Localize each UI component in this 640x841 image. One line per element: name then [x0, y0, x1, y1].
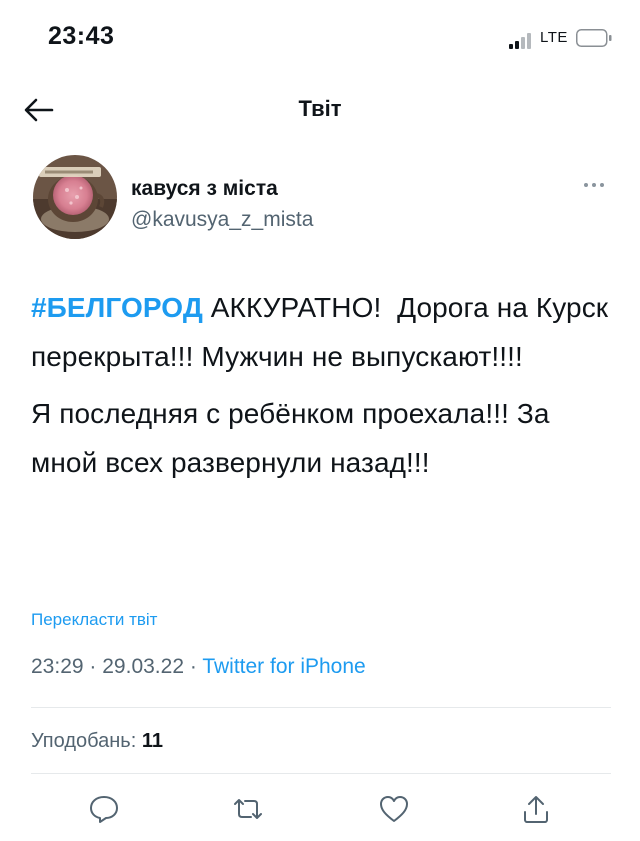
status-bar: 23:43 LTE — [0, 0, 640, 80]
meta-separator: · — [189, 655, 197, 678]
tweet-meta: 23:29 · 29.03.22 · Twitter for iPhone — [31, 655, 366, 679]
divider — [31, 707, 611, 708]
share-icon[interactable] — [519, 792, 553, 826]
avatar[interactable] — [33, 155, 117, 239]
retweet-icon[interactable] — [231, 792, 265, 826]
tweet-time[interactable]: 23:29 — [31, 655, 84, 678]
likes-number: 11 — [141, 730, 163, 752]
status-time: 23:43 — [48, 22, 115, 50]
hashtag-link[interactable]: #БЕЛГОРОД — [31, 292, 203, 323]
tweet-date[interactable]: 29.03.22 — [102, 655, 184, 678]
divider — [31, 773, 611, 774]
tweet-paragraph-2: Я последняя с ребёнком проехала!!! За мн… — [31, 398, 550, 478]
page-title: Твіт — [298, 96, 342, 121]
tweet-source-link[interactable]: Twitter for iPhone — [202, 655, 365, 678]
author-handle[interactable]: @kavusya_z_mista — [131, 208, 313, 232]
tweet-paragraph-1: #БЕЛГОРОД АККУРАТНО! Дорога на Курск пер… — [31, 283, 611, 381]
more-options-icon[interactable] — [577, 178, 611, 192]
battery-icon — [576, 29, 612, 47]
nav-bar: Твіт — [0, 80, 640, 140]
reply-icon[interactable] — [87, 792, 121, 826]
tweet-text: #БЕЛГОРОД АККУРАТНО! Дорога на Курск пер… — [31, 283, 611, 487]
signal-icon — [509, 33, 535, 49]
meta-separator: · — [89, 655, 97, 678]
likes-count[interactable]: Уподобань: 11 — [31, 730, 163, 753]
like-icon[interactable] — [377, 792, 411, 826]
author-name[interactable]: кавуся з міста — [131, 177, 278, 201]
translate-tweet-link[interactable]: Перекласти твіт — [31, 610, 157, 630]
network-label: LTE — [540, 29, 568, 46]
likes-label: Уподобань: — [31, 730, 142, 752]
